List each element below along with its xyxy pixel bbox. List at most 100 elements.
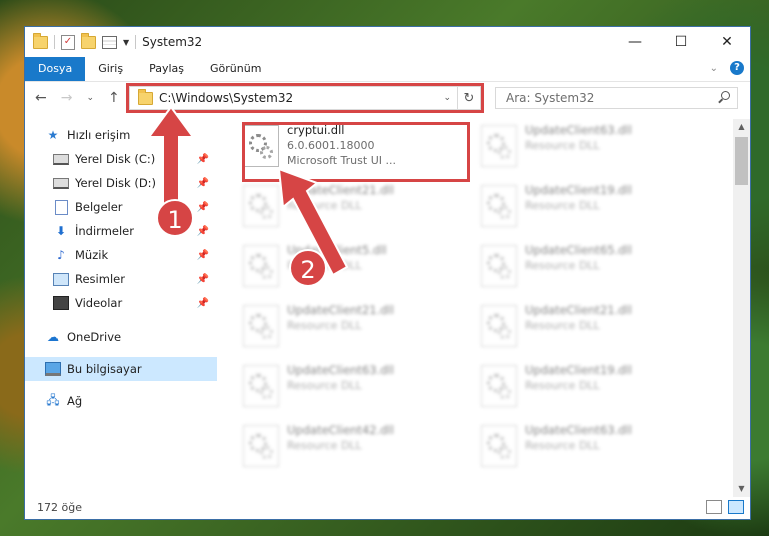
video-icon [53,296,69,310]
up-arrow-icon[interactable]: ↑ [108,90,120,106]
scrollbar-thumb[interactable] [735,137,748,185]
sidebar-item-label: Bu bilgisayar [67,362,142,376]
search-placeholder: Ara: System32 [506,91,595,105]
minimize-button[interactable]: — [612,27,658,57]
divider [135,35,137,49]
quick-access-toolbar: ✓ ▼ [25,32,137,50]
file-item[interactable]: UpdateClient63.dll Resource DLL [473,123,709,175]
file-item[interactable]: UpdateClient19.dll Resource DLL [473,363,709,415]
sidebar-item-music[interactable]: ♪ Müzik 📌 [25,243,217,267]
sidebar-item-network[interactable]: 🖧 Ağ [25,389,217,413]
file-description: Resource DLL [525,259,600,272]
file-description: Resource DLL [525,439,600,452]
file-item[interactable]: UpdateClient21.dll Resource DLL [473,303,709,355]
dll-file-icon [243,365,279,407]
file-description: Resource DLL [525,139,600,152]
navigation-buttons: ← → ⌄ ↑ [35,90,120,106]
file-description: Resource DLL [525,379,600,392]
tab-file[interactable]: Dosya [25,57,86,81]
file-description: Resource DLL [287,319,362,332]
vertical-scrollbar[interactable]: ▲ ▼ [733,119,750,497]
expand-ribbon-chevron-icon[interactable]: ⌄ [710,63,718,74]
file-name: UpdateClient42.dll [287,423,394,437]
file-item[interactable]: UpdateClient42.dll Resource DLL [235,423,471,475]
item-count: 172 öğe [37,500,82,514]
tab-home[interactable]: Giriş [85,57,136,81]
drive-icon [53,152,69,166]
file-name: UpdateClient63.dll [287,363,394,377]
file-description: Resource DLL [287,439,362,452]
close-button[interactable]: ✕ [704,27,750,57]
sidebar-item-label: İndirmeler [75,224,134,238]
sidebar-item-label: OneDrive [67,330,122,344]
sidebar-item-label: Yerel Disk (C:) [75,152,156,166]
properties-check-icon[interactable]: ✓ [61,34,75,50]
file-name: UpdateClient63.dll [525,423,632,437]
sidebar-item-label: Ağ [67,394,83,408]
ribbon-right: ⌄ ? [710,61,744,75]
scroll-up-arrow-icon[interactable]: ▲ [733,119,750,135]
file-name: UpdateClient21.dll [525,303,632,317]
sidebar-item-label: Hızlı erişim [67,128,131,142]
window-title: System32 [142,35,203,49]
sidebar-item-label: Videolar [75,296,123,310]
dll-file-icon [481,425,517,467]
forward-arrow-icon[interactable]: → [61,90,73,106]
file-item[interactable]: UpdateClient21.dll Resource DLL [235,183,471,235]
sidebar-item-label: Resimler [75,272,125,286]
dll-file-icon [481,125,517,167]
tiles-view-icon[interactable] [728,500,744,514]
properties-icon[interactable] [102,35,117,49]
file-description: Resource DLL [525,199,600,212]
pin-icon[interactable]: 📌 [197,226,209,237]
file-description: Resource DLL [525,319,600,332]
ribbon-tabs: Dosya Giriş Paylaş Görünüm ⌄ ? [25,57,750,82]
sidebar-item-this-pc[interactable]: Bu bilgisayar [25,357,217,381]
cloud-icon: ☁ [47,330,59,344]
details-view-icon[interactable] [706,500,722,514]
dll-file-icon [481,365,517,407]
tab-view[interactable]: Görünüm [197,57,274,81]
customize-toolbar-chevron-icon[interactable]: ▼ [123,38,129,47]
back-arrow-icon[interactable]: ← [35,90,47,106]
pin-icon[interactable]: 📌 [197,250,209,261]
pictures-icon [53,272,69,286]
file-item[interactable]: UpdateClient63.dll Resource DLL [235,363,471,415]
search-icon[interactable] [717,91,731,105]
file-item[interactable]: UpdateClient63.dll Resource DLL [473,423,709,475]
pin-icon[interactable]: 📌 [197,274,209,285]
sidebar-item-label: Belgeler [75,200,123,214]
file-item[interactable]: UpdateClient65.dll Resource DLL [473,243,709,295]
document-icon [53,199,69,215]
sidebar-item-pictures[interactable]: Resimler 📌 [25,267,217,291]
file-name: UpdateClient65.dll [525,243,632,257]
dll-file-icon [481,305,517,347]
divider [54,35,55,49]
dll-file-icon [481,185,517,227]
file-item[interactable]: UpdateClient5.dllResource DLL [235,243,471,295]
star-icon: ★ [47,128,59,142]
new-folder-icon[interactable] [81,32,96,49]
file-item[interactable]: UpdateClient19.dll Resource DLL [473,183,709,235]
window-controls: — ☐ ✕ [612,27,750,57]
network-icon: 🖧 [46,392,60,407]
sidebar-item-onedrive[interactable]: ☁ OneDrive [25,325,217,349]
file-name: UpdateClient19.dll [525,183,632,197]
view-buttons [706,500,744,514]
file-name: UpdateClient21.dll [287,303,394,317]
sidebar-item-label: Müzik [75,248,109,262]
sidebar-item-label: Yerel Disk (D:) [75,176,157,190]
title-bar: ✓ ▼ System32 — ☐ ✕ [25,27,750,57]
music-icon: ♪ [57,248,65,262]
step-1-badge: 1 [156,199,194,237]
tab-share[interactable]: Paylaş [136,57,197,81]
file-name: UpdateClient63.dll [525,123,632,137]
recent-locations-chevron-icon[interactable]: ⌄ [86,93,94,103]
sidebar-item-videos[interactable]: Videolar 📌 [25,291,217,315]
step-2-badge: 2 [289,249,327,287]
maximize-button[interactable]: ☐ [658,27,704,57]
search-box[interactable]: Ara: System32 [495,87,738,109]
pin-icon[interactable]: 📌 [197,298,209,309]
help-icon[interactable]: ? [730,61,744,75]
file-item[interactable]: UpdateClient21.dll Resource DLL [235,303,471,355]
